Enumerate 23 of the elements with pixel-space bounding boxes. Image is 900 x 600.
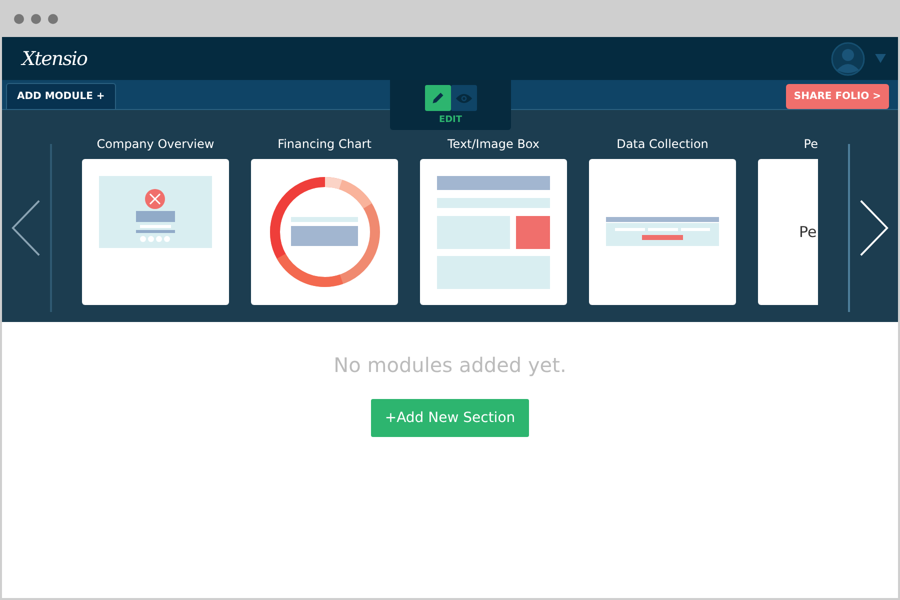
module-card[interactable]: [420, 159, 567, 305]
user-avatar-icon[interactable]: [831, 42, 865, 76]
window-dot-icon: [48, 14, 58, 24]
chevron-left-icon[interactable]: [11, 199, 41, 257]
module-card[interactable]: Pe: [758, 159, 818, 305]
module-title: Financing Chart: [278, 137, 372, 153]
module-title: Company Overview: [96, 137, 214, 153]
window-dot-icon: [31, 14, 41, 24]
empty-message: No modules added yet.: [334, 353, 566, 377]
module-title: Pe: [804, 137, 818, 153]
window-dot-icon: [14, 14, 24, 24]
mode-label: EDIT: [438, 115, 462, 125]
module-card[interactable]: [82, 159, 229, 305]
module-card[interactable]: [589, 159, 736, 305]
chevron-right-icon[interactable]: [859, 199, 889, 257]
caret-icon[interactable]: [875, 54, 886, 63]
pencil-icon[interactable]: [424, 85, 450, 111]
module-title: Data Collection: [616, 137, 708, 153]
preview-text: Pe: [799, 223, 817, 241]
module-title: Text/Image Box: [447, 137, 540, 153]
logo[interactable]: Xtensio: [22, 48, 87, 70]
add-module-tab[interactable]: ADD MODULE +: [6, 83, 116, 109]
module-card[interactable]: [251, 159, 398, 305]
